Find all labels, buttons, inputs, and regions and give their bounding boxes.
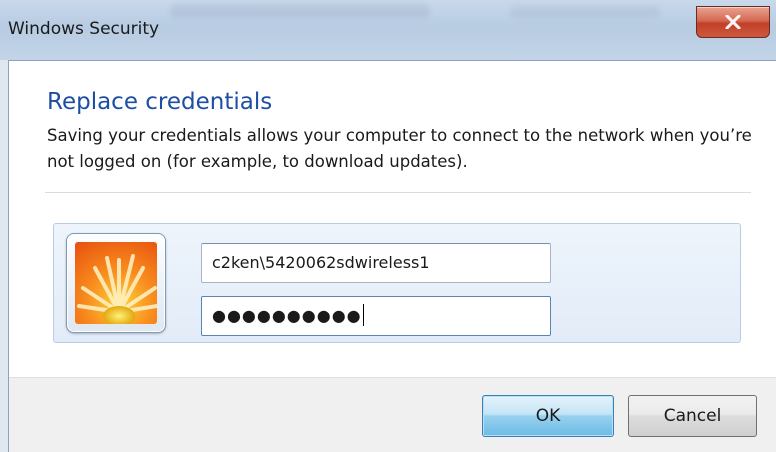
password-mask: ●●●●●●●●●● [212,306,362,325]
dialog-description: Saving your credentials allows your comp… [47,126,752,171]
divider [45,192,751,193]
password-field[interactable]: ●●●●●●●●●● [201,296,551,336]
avatar [66,233,166,333]
title-bar[interactable]: Windows Security [0,0,776,60]
close-button[interactable] [696,6,770,38]
glass-blur [170,4,430,18]
cancel-button[interactable]: Cancel [628,395,757,437]
glass-blur [510,6,660,18]
window-title: Windows Security [8,19,160,39]
dialog-body: Replace credentials Saving your credenti… [8,60,776,452]
close-icon [725,15,741,29]
username-field[interactable]: c2ken\5420062sdwireless1 [201,243,551,283]
text-caret [362,304,364,326]
user-avatar-flower-icon [75,242,157,324]
button-bar: OK Cancel [9,377,776,452]
ok-button[interactable]: OK [482,395,614,437]
dialog-heading: Replace credentials [47,89,273,115]
credential-tile: c2ken\5420062sdwireless1 ●●●●●●●●●● [53,223,741,343]
